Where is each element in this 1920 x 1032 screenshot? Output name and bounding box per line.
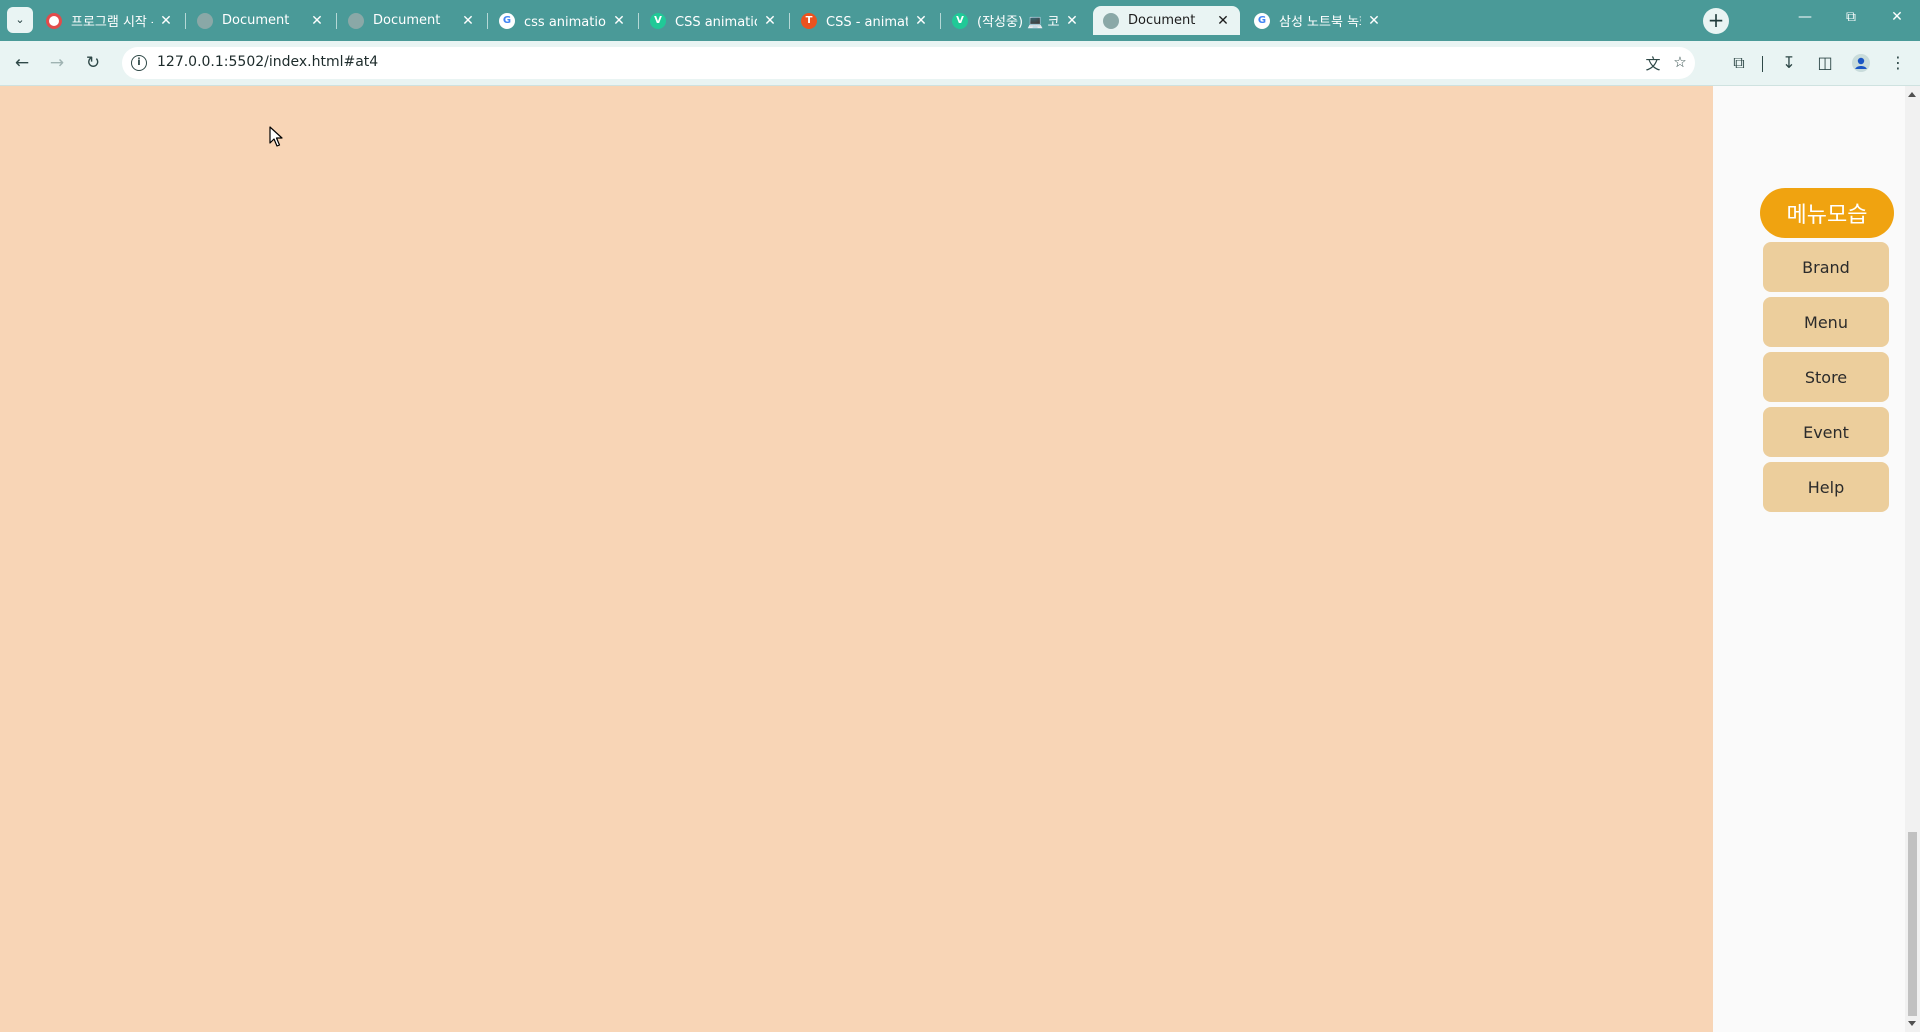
bookmark-star-icon[interactable]: ☆ [1669,53,1691,73]
site-info-icon[interactable]: i [131,55,147,71]
content-area [0,86,1713,1032]
globe-icon [197,12,213,29]
tab-9[interactable]: G 삼성 노트북 녹화 단 ✕ [1244,6,1391,35]
close-tab-icon[interactable]: ✕ [1065,13,1079,29]
tab-separator [487,13,488,29]
more-menu-icon[interactable]: ⋮ [1886,51,1910,75]
profile-icon[interactable] [1849,51,1873,75]
scroll-thumb[interactable] [1908,832,1917,1016]
url-text[interactable]: 127.0.0.1:5502/index.html#at4 [157,54,378,70]
tab-2[interactable]: Document ✕ [187,6,334,35]
minimize-icon: — [1798,9,1812,25]
menu-title-button[interactable]: 메뉴모습 [1760,188,1894,238]
minimize-button[interactable]: — [1782,9,1828,31]
page-viewport: 메뉴모습 Brand Menu Store Event Help [0,86,1905,1032]
tab-title: Document [373,13,441,28]
arrow-right-icon: → [49,53,65,73]
close-window-button[interactable]: ✕ [1874,9,1920,31]
tab-search-button[interactable]: ⌄ [7,7,33,33]
scroll-down-icon[interactable] [1908,1021,1916,1026]
tab-title: css animation 반복 [524,15,606,30]
tab-separator [336,13,337,29]
tab-separator [789,13,790,29]
chevron-down-icon: ⌄ [15,13,25,26]
close-tab-icon[interactable]: ✕ [461,13,475,29]
tab-title: Document [222,13,290,28]
tab-separator [185,13,186,29]
velog-icon: V [952,12,968,29]
menu-item-help[interactable]: Help [1763,462,1889,512]
tab-1[interactable]: 프로그램 시작 - Dau ✕ [36,6,183,35]
tab-3[interactable]: Document ✕ [338,6,485,35]
tab-7[interactable]: V (작성중) 💻 코딩 일 ✕ [942,6,1089,35]
close-tab-icon[interactable]: ✕ [612,13,626,29]
menu-item-store[interactable]: Store [1763,352,1889,402]
scroll-up-icon[interactable] [1908,92,1916,97]
tab-5[interactable]: V CSS animation 정리 ✕ [640,6,787,35]
tab-separator [940,13,941,29]
close-tab-icon[interactable]: ✕ [763,13,777,29]
velog-icon: V [650,12,666,29]
tab-6[interactable]: T CSS - animation에서 ✕ [791,6,938,35]
daum-icon [46,12,62,29]
close-tab-icon[interactable]: ✕ [1367,13,1381,29]
tab-title: CSS - animation에서 [826,15,908,30]
tab-title: (작성중) 💻 코딩 일 [977,15,1059,30]
close-tab-icon[interactable]: ✕ [159,13,173,29]
tistory-icon: T [801,12,817,29]
address-bar[interactable]: i 127.0.0.1:5502/index.html#at4 文 ☆ [122,47,1695,79]
restore-button[interactable]: ⧉ [1828,9,1874,31]
back-button[interactable]: ← [10,51,34,75]
reload-button[interactable]: ↻ [81,51,105,75]
forward-button[interactable]: → [45,51,69,75]
close-tab-icon[interactable]: ✕ [310,13,324,29]
arrow-left-icon: ← [14,53,30,73]
tab-title: CSS animation 정리 [675,15,757,30]
google-icon: G [1254,12,1270,29]
browser-toolbar: ← → ↻ i 127.0.0.1:5502/index.html#at4 文 … [0,41,1920,86]
restore-icon: ⧉ [1846,9,1856,25]
menu-item-brand[interactable]: Brand [1763,242,1889,292]
close-icon: ✕ [1891,9,1903,25]
translate-icon[interactable]: 文 [1642,53,1664,73]
tab-8[interactable]: Document ✕ [1093,6,1240,35]
tab-title: 프로그램 시작 - Dau [71,15,153,30]
tab-strip: ⌄ 프로그램 시작 - Dau✕Document✕Document✕Gcss a… [0,0,1920,41]
side-panel-icon[interactable]: ◫ [1813,51,1837,75]
vertical-scrollbar[interactable] [1905,86,1920,1032]
tab-title: 삼성 노트북 녹화 단 [1279,15,1361,30]
toolbar-divider [1762,56,1763,72]
extensions-icon[interactable]: ⧉ [1727,51,1751,75]
tab-separator [638,13,639,29]
globe-icon [348,12,364,29]
menu-item-event[interactable]: Event [1763,407,1889,457]
menu-item-menu[interactable]: Menu [1763,297,1889,347]
reload-icon: ↻ [85,53,101,73]
close-tab-icon[interactable]: ✕ [914,13,928,29]
mouse-cursor-icon [269,126,283,152]
google-icon: G [499,12,515,29]
tab-title: Document [1128,13,1196,28]
close-tab-icon[interactable]: ✕ [1216,13,1230,29]
new-tab-button[interactable]: + [1703,8,1729,34]
tab-4[interactable]: Gcss animation 반복 ✕ [489,6,636,35]
globe-icon [1103,12,1119,29]
download-icon[interactable]: ↧ [1777,51,1801,75]
